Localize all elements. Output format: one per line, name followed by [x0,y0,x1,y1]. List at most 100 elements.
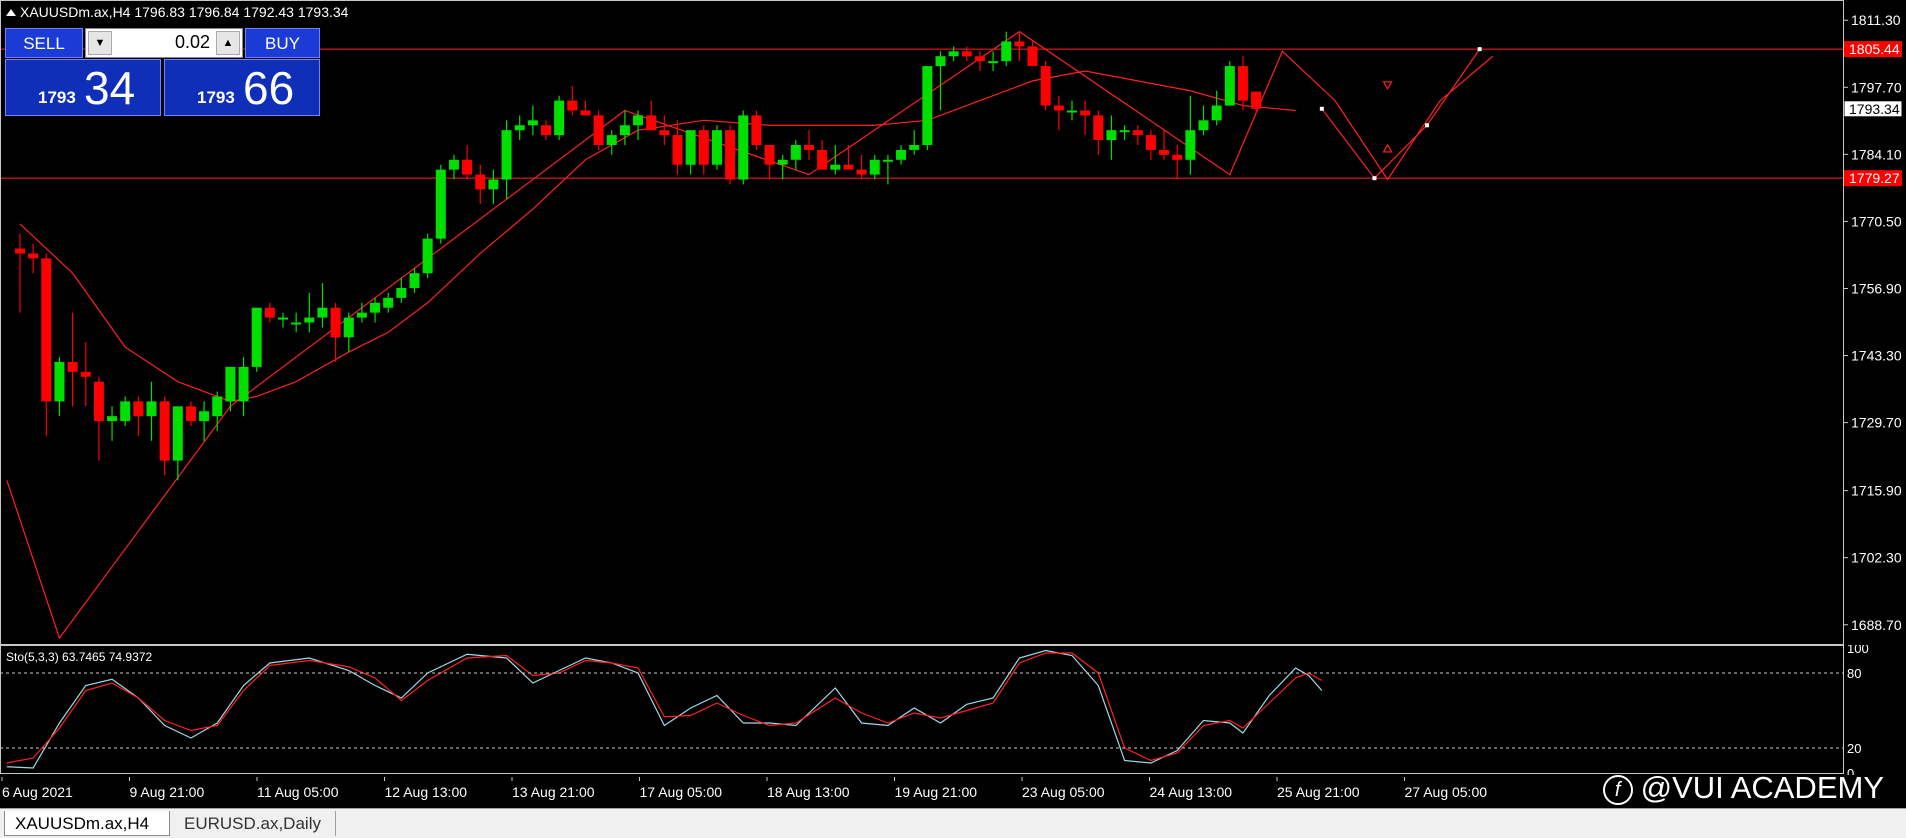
candle-body [330,307,341,338]
time-label: 27 Aug 05:00 [1405,784,1488,800]
candle-body [869,159,880,175]
price-label: 1756.90 [1851,280,1902,296]
stochastic-oscillator-chart[interactable]: 10080200 [0,645,1906,775]
candle [330,302,341,362]
candle-body [672,135,683,165]
candle [264,302,275,323]
candle [1159,130,1170,160]
candle-body [1119,130,1130,133]
candle [685,130,696,175]
candle-body [278,317,288,320]
candle [646,100,657,131]
stochastic-signal-line [6,652,1323,764]
candle-body [1159,149,1170,155]
candle [698,125,709,175]
candle [1172,144,1183,180]
candle [1053,95,1064,131]
candle-body [1198,120,1209,131]
candle [804,130,814,160]
lot-decrease-icon[interactable]: ▼ [88,31,112,55]
candle [790,140,801,170]
lot-size-field[interactable]: ▼ 0.02 ▲ [85,28,243,58]
candle-body [935,56,946,67]
candle [856,154,867,180]
oscillator-level-label: 80 [1847,666,1861,681]
candle [738,110,749,185]
candle [488,169,499,205]
candle-body [830,164,841,170]
candle-body [1132,130,1143,136]
candle [225,366,236,412]
price-label: 1688.70 [1851,617,1902,633]
candle [1040,61,1051,111]
candle [409,268,420,293]
sell-price-box[interactable]: 1793 34 [5,59,161,116]
price-label: 1729.70 [1851,415,1902,431]
candle-body [1053,105,1064,111]
facebook-logo-icon: f [1602,775,1633,805]
candle-body [988,61,999,64]
tab-eurusd-daily[interactable]: EURUSD.ax,Daily [174,811,336,836]
price-label: 1770.50 [1851,213,1902,229]
candle-body [422,238,433,274]
candle [93,376,104,461]
candle [896,144,907,165]
buy-price-box[interactable]: 1793 66 [164,59,320,116]
oscillator-level-label: 20 [1847,741,1861,756]
projection-point [1372,176,1377,181]
candle-body [343,317,354,338]
candle [304,292,315,333]
candle [1198,105,1209,136]
candle [948,46,959,62]
candle-body [606,135,617,145]
zigzag-line [6,30,1494,640]
candle-body [251,307,262,367]
time-label: 12 Aug 13:00 [385,784,468,800]
candle [1145,130,1156,160]
candle-body [711,130,722,165]
candle-body [961,51,972,57]
candle [278,312,288,328]
candle [935,51,946,111]
candle-body [764,144,775,165]
time-label: 17 Aug 05:00 [640,784,723,800]
candle-body [659,130,670,136]
lot-increase-icon[interactable]: ▲ [216,31,240,55]
buy-button[interactable]: BUY [245,28,320,58]
candle-body [107,416,118,422]
candle [146,381,157,441]
candle [580,100,591,116]
sell-button[interactable]: SELL [5,28,83,58]
candle-body [554,100,565,136]
candle [107,406,118,441]
candle-body [317,307,328,318]
time-label: 19 Aug 21:00 [895,784,978,800]
candle-body [1027,46,1038,67]
candle [435,164,446,244]
candle [291,312,302,333]
candle-body [738,115,749,180]
sell-price-prefix: 1793 [38,88,76,107]
candle [133,396,144,436]
candle-body [790,144,801,160]
candle-body [475,174,486,190]
candle [527,105,538,136]
candle [1067,100,1077,121]
candle-body [1014,41,1025,47]
candle [843,144,854,170]
candle-body [67,361,78,372]
collapse-arrow-icon[interactable] [6,9,16,16]
tab-xauusd-h4[interactable]: XAUUSDm.ax,H4 [4,811,170,836]
lot-size-value[interactable]: 0.02 [175,32,210,53]
candle [28,243,39,274]
candle [120,396,131,427]
time-label: 24 Aug 13:00 [1150,784,1233,800]
candle [343,312,354,353]
candle-body [1185,130,1196,160]
candle-body [462,159,473,175]
candle [448,154,459,180]
candle [554,95,565,141]
candle-body [896,149,907,160]
price-label: 1743.30 [1851,348,1902,364]
candle [633,110,644,141]
